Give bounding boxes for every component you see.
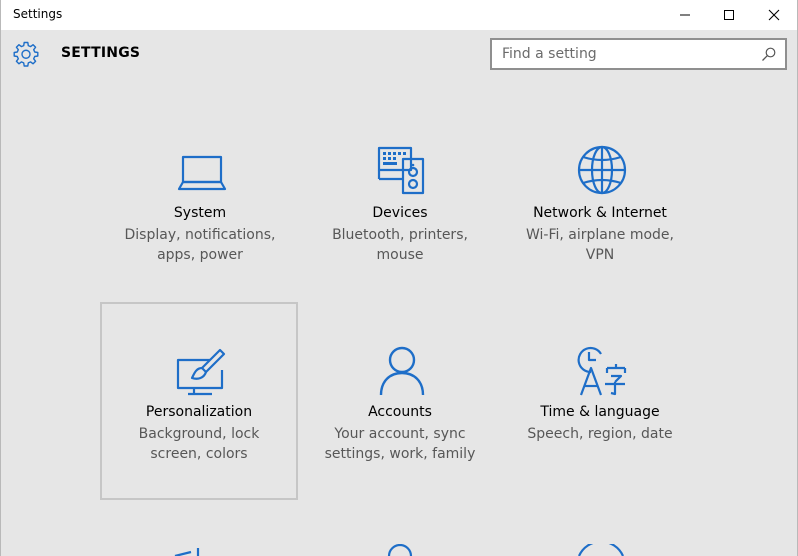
tile-personalization[interactable]: Personalization Background, lock screen,… xyxy=(100,302,298,500)
tile-description: Your account, sync settings, work, famil… xyxy=(324,426,476,462)
tile-description: Background, lock screen, colors xyxy=(138,426,260,462)
search-box[interactable] xyxy=(490,38,787,70)
tile-description: Speech, region, date xyxy=(527,426,673,442)
tile-title: Network & Internet xyxy=(533,205,667,221)
page-title: SETTINGS xyxy=(61,45,141,61)
tile-accounts[interactable]: Accounts Your account, sync settings, wo… xyxy=(301,302,499,500)
title-bar[interactable]: Settings xyxy=(1,0,797,30)
tile-description: Display, notifications, apps, power xyxy=(124,227,276,263)
privacy-icon xyxy=(387,544,413,556)
window-title: Settings xyxy=(13,7,63,21)
tile-devices[interactable]: Devices Bluetooth, printers, mouse xyxy=(301,103,499,301)
tile-title: System xyxy=(173,205,227,221)
update-security-icon xyxy=(577,544,625,556)
close-icon xyxy=(768,9,780,21)
tile-title: Time & language xyxy=(540,404,660,420)
tile-description: Bluetooth, printers, mouse xyxy=(332,227,468,263)
maximize-icon xyxy=(724,10,734,20)
search-icon[interactable] xyxy=(761,46,777,62)
laptop-icon xyxy=(177,147,227,197)
tile-title: Personalization xyxy=(145,404,253,420)
person-icon xyxy=(377,346,427,396)
tile-time-language[interactable]: Time & language Speech, region, date xyxy=(501,302,699,500)
settings-window: Settings SETTINGS Find a setting System … xyxy=(0,0,798,556)
tile-title: Devices xyxy=(372,205,428,221)
gear-icon xyxy=(13,41,39,67)
tile-system[interactable]: System Display, notifications, apps, pow… xyxy=(101,103,299,301)
clock-language-icon xyxy=(577,346,627,396)
tile-network-internet[interactable]: Network & Internet Wi-Fi, airplane mode,… xyxy=(501,103,699,301)
tile-title: Accounts xyxy=(368,404,432,420)
close-button[interactable] xyxy=(751,0,797,30)
globe-icon xyxy=(577,145,627,195)
ease-of-access-icon xyxy=(174,548,200,556)
keyboard-speaker-icon xyxy=(377,145,427,195)
maximize-button[interactable] xyxy=(706,0,752,30)
search-input[interactable] xyxy=(492,40,754,68)
tile-description: Wi-Fi, airplane mode, VPN xyxy=(526,227,674,263)
minimize-icon xyxy=(680,14,690,16)
paintbrush-monitor-icon xyxy=(176,348,226,398)
minimize-button[interactable] xyxy=(662,0,708,30)
